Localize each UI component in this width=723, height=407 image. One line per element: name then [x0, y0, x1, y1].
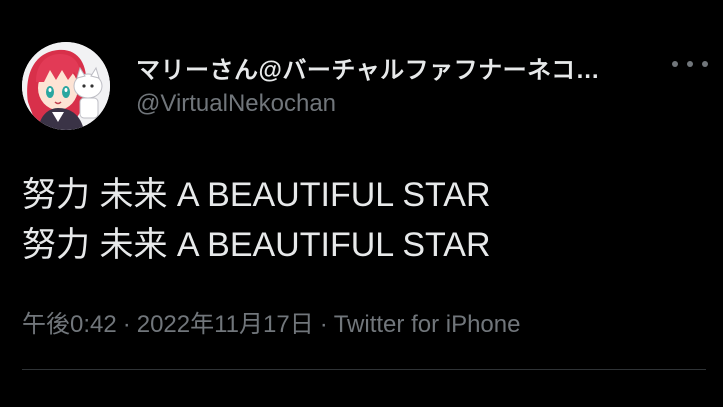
tweet-text: 努力 未来 A BEAUTIFUL STAR 努力 未来 A BEAUTIFUL…	[22, 170, 702, 270]
tweet-metadata: 午後0:42 · 2022年11月17日 · Twitter for iPhone	[22, 304, 520, 339]
tweet-source[interactable]: Twitter for iPhone	[334, 311, 521, 338]
anime-girl-avatar-icon	[22, 42, 110, 130]
meta-separator: ·	[122, 311, 131, 338]
more-dot	[672, 61, 678, 67]
user-handle[interactable]: @VirtualNekochan	[136, 90, 336, 118]
tweet-time[interactable]: 午後0:42	[22, 311, 117, 338]
avatar[interactable]	[22, 42, 110, 130]
meta-separator: ·	[319, 311, 328, 338]
display-name[interactable]: マリーさん@バーチャルファフナーネコ…	[136, 50, 600, 85]
divider	[22, 369, 706, 370]
more-horizontal-icon[interactable]	[672, 52, 708, 76]
more-dot	[687, 61, 693, 67]
tweet-line: 努力 未来 A BEAUTIFUL STAR	[22, 176, 491, 214]
more-dot	[702, 61, 708, 67]
tweet: マリーさん@バーチャルファフナーネコ… @VirtualNekochan 努力 …	[0, 0, 723, 407]
tweet-line: 努力 未来 A BEAUTIFUL STAR	[22, 226, 491, 264]
tweet-date[interactable]: 2022年11月17日	[137, 311, 314, 338]
